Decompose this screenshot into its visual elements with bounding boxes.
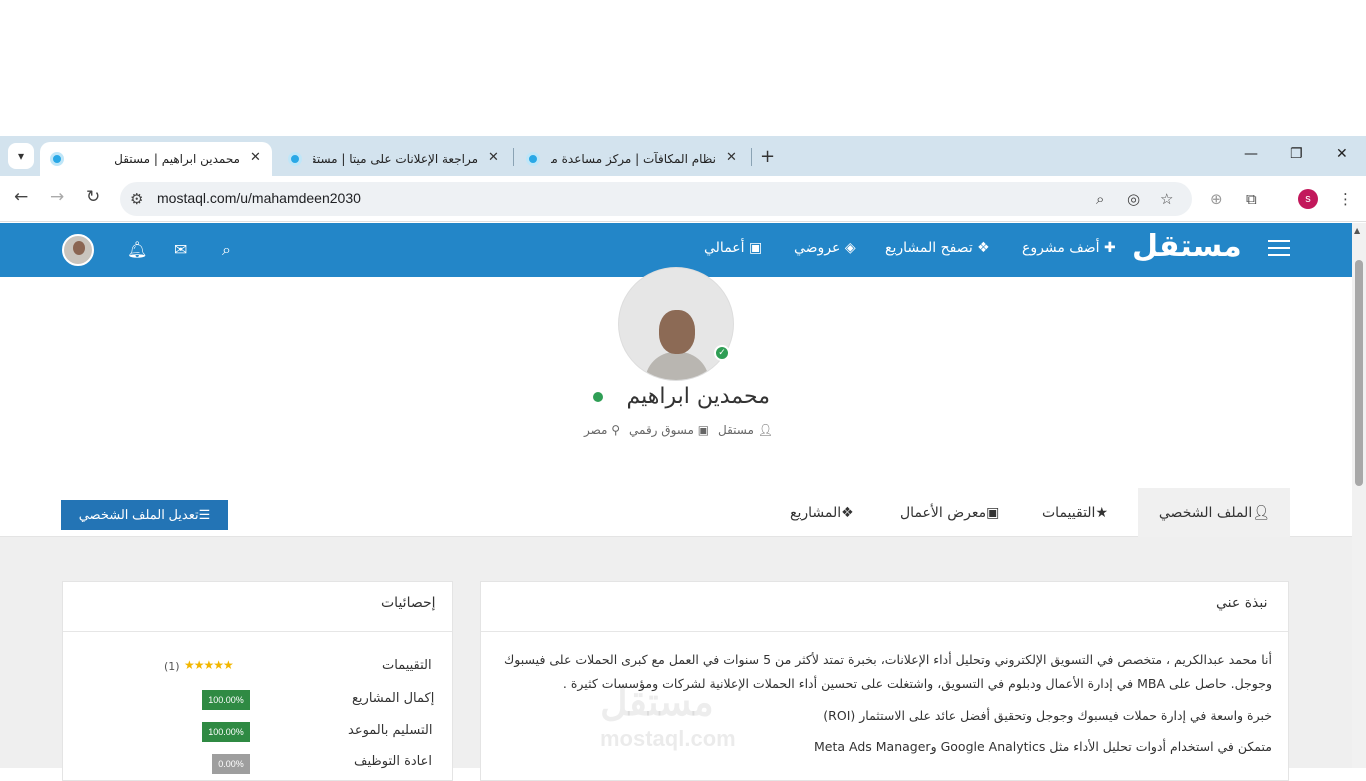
bell-icon[interactable]: 🔔︎ — [127, 240, 147, 259]
online-status-icon — [593, 392, 603, 402]
tab-label: التقييمات — [1042, 504, 1096, 521]
button-label: تعديل الملف الشخصي — [78, 507, 199, 522]
restore-icon[interactable]: ❐ — [1290, 146, 1303, 162]
on-time-badge: 100.00% — [202, 722, 250, 742]
menu-kebab-icon[interactable]: ⋮ — [1338, 190, 1353, 208]
browser-tab[interactable]: نظام المكافآت | مركز مساعدة مستقل ✕ — [516, 142, 748, 176]
star-icon: ★ — [1095, 504, 1109, 521]
stat-rehire-label: اعادة التوظيف — [354, 754, 432, 769]
about-title: نبذة عني — [1216, 595, 1268, 611]
stat-on-time-label: التسليم بالموعد — [348, 723, 433, 738]
extensions-icon[interactable]: ⧉ — [1246, 190, 1257, 208]
nav-add-project[interactable]: ✚ أضف مشروع — [1022, 240, 1116, 256]
tab-search-button[interactable]: ▾ — [8, 143, 34, 169]
tab-title: نظام المكافآت | مركز مساعدة مستقل — [551, 152, 716, 166]
plus-icon: ✚ — [1099, 240, 1116, 256]
divider — [63, 631, 452, 632]
hamburger-menu-icon[interactable] — [1268, 240, 1290, 261]
user-avatar[interactable] — [62, 234, 94, 266]
briefcase-icon: ▣ — [693, 423, 710, 437]
close-icon[interactable]: ✕ — [726, 150, 737, 165]
minimize-icon[interactable]: — — [1244, 146, 1258, 162]
completion-badge: 100.00% — [202, 690, 250, 710]
stat-reviews-label: التقييمات — [382, 658, 432, 673]
cubes-icon: ❖ — [972, 240, 990, 256]
profile-name: محمدين ابراهيم — [626, 384, 770, 409]
profile-title: ▣ مسوق رقمي — [629, 423, 709, 437]
window-close-icon[interactable]: ✕ — [1336, 146, 1348, 162]
nav-label: تصفح المشاريع — [885, 240, 973, 256]
chevron-down-icon: ▾ — [17, 149, 25, 163]
role-text: مستقل — [718, 423, 754, 437]
nav-label: عروضي — [794, 240, 841, 256]
close-icon[interactable]: ✕ — [488, 150, 499, 165]
tab-projects[interactable]: ❖ المشاريع — [790, 488, 854, 537]
edit-profile-button[interactable]: ☰ تعديل الملف الشخصي — [61, 500, 228, 530]
eye-off-icon[interactable]: ◎ — [1127, 190, 1140, 208]
screen-top-blank — [0, 0, 1366, 136]
mostaql-favicon-icon — [526, 152, 540, 166]
new-tab-icon[interactable]: + — [760, 146, 775, 167]
profile-role: 👤︎ مستقل — [718, 423, 773, 437]
briefcase-icon: ▣ — [744, 240, 763, 256]
stats-title: إحصائيات — [381, 595, 436, 611]
tab-portfolio[interactable]: ▣ معرض الأعمال — [900, 488, 999, 537]
tab-title: محمدين ابراهيم | مستقل — [114, 152, 240, 166]
tab-separator — [751, 148, 752, 166]
tab-profile[interactable]: 👤︎ الملف الشخصي — [1138, 488, 1290, 537]
user-icon: 👤︎ — [753, 423, 773, 437]
mostaql-favicon-icon — [50, 152, 64, 166]
site-logo[interactable]: مستقل — [1132, 229, 1242, 264]
nav-my-bids[interactable]: ◈ عروضي — [794, 240, 856, 256]
rating-count: (1) — [164, 660, 180, 673]
nav-my-works[interactable]: ▣ أعمالي — [704, 240, 762, 256]
mail-icon[interactable]: ✉ — [174, 240, 187, 259]
rating-stars: ★★★★★ — [184, 658, 234, 672]
tab-label: المشاريع — [790, 504, 842, 521]
profile-avatar[interactable]: s — [1298, 189, 1318, 209]
title-text: مسوق رقمي — [629, 423, 694, 437]
tab-label: معرض الأعمال — [900, 504, 987, 521]
back-icon[interactable]: ← — [14, 187, 28, 207]
site-info-icon[interactable]: ⚙ — [130, 190, 143, 208]
divider — [481, 631, 1288, 632]
ticket-icon: ◈ — [840, 240, 856, 256]
tab-reviews[interactable]: ★ التقييمات — [1042, 488, 1108, 537]
scrollbar-thumb[interactable] — [1355, 260, 1363, 486]
location-pin-icon: ⚲ — [607, 423, 621, 437]
briefcase-icon: ▣ — [986, 504, 1000, 521]
translate-icon[interactable]: ⊕ — [1210, 190, 1223, 208]
rehire-badge: 0.00% — [212, 754, 250, 774]
profile-country: ⚲ مصر — [584, 423, 620, 437]
mostaql-watermark: مستقل — [600, 682, 714, 724]
stats-panel — [62, 581, 453, 781]
cubes-icon: ❖ — [841, 504, 854, 521]
search-icon[interactable]: ⌕ — [222, 240, 231, 260]
tab-title: مراجعة الإعلانات على ميتا | مستقل — [313, 152, 478, 166]
zoom-icon[interactable]: ⌕ — [1096, 190, 1104, 208]
mostaql-favicon-icon — [288, 152, 302, 166]
verified-check-icon: ✓ — [714, 345, 730, 361]
browser-tab[interactable]: مراجعة الإعلانات على ميتا | مستقل ✕ — [278, 142, 510, 176]
sliders-icon: ☰ — [198, 507, 211, 522]
stat-completion-label: إكمال المشاريع — [352, 691, 435, 706]
tab-separator — [513, 148, 514, 166]
profile-photo — [618, 267, 734, 381]
user-icon: 👤︎ — [1252, 504, 1270, 521]
nav-label: أضف مشروع — [1022, 240, 1100, 256]
bookmark-star-icon[interactable]: ☆ — [1160, 190, 1173, 208]
nav-label: أعمالي — [704, 240, 745, 256]
browser-tab-active[interactable]: محمدين ابراهيم | مستقل ✕ — [40, 142, 272, 176]
tab-label: الملف الشخصي — [1158, 504, 1253, 521]
mostaql-watermark-domain: mostaql.com — [600, 726, 736, 751]
forward-icon[interactable]: → — [50, 187, 64, 207]
close-icon[interactable]: ✕ — [250, 150, 261, 165]
url-text[interactable]: mostaql.com/u/mahamdeen2030 — [157, 190, 361, 206]
scroll-up-icon[interactable]: ▲ — [1354, 226, 1360, 235]
reload-icon[interactable]: ↻ — [86, 187, 100, 207]
nav-browse-projects[interactable]: ❖ تصفح المشاريع — [885, 240, 990, 256]
country-text: مصر — [584, 423, 608, 437]
